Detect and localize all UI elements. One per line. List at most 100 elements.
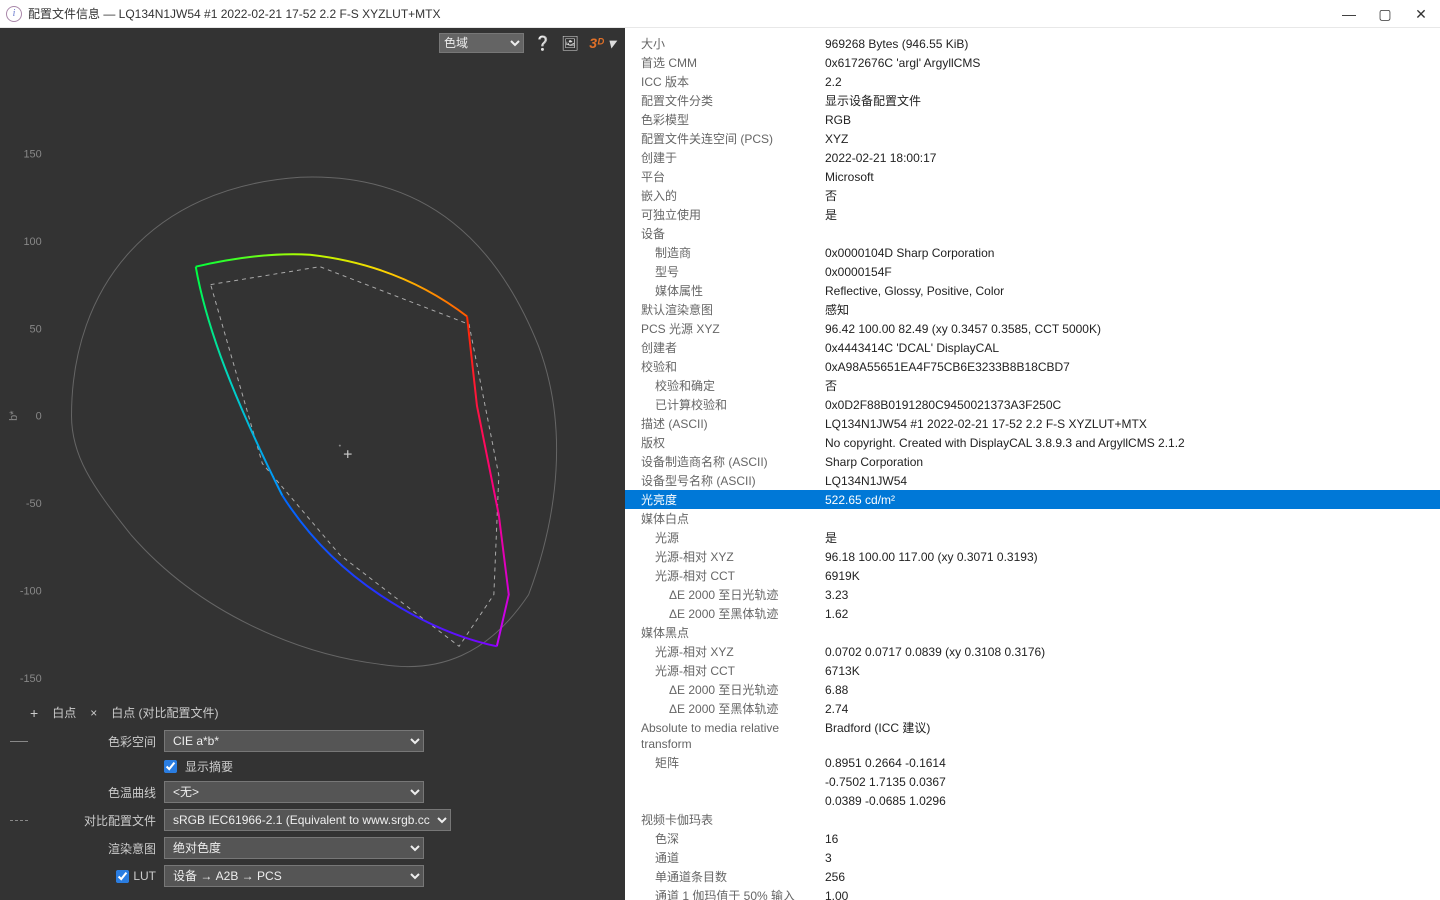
property-row[interactable]: 视频卡伽玛表: [625, 810, 1440, 829]
property-row[interactable]: 色彩模型RGB: [625, 110, 1440, 129]
property-row[interactable]: 创建者0x4443414C 'DCAL' DisplayCAL: [625, 338, 1440, 357]
intent-label: 渲染意图: [36, 840, 156, 857]
colorspace-label: 色彩空间: [36, 733, 156, 750]
property-list[interactable]: 大小969268 Bytes (946.55 KiB)首选 CMM0x61726…: [625, 28, 1440, 900]
property-value: 0x0000104D Sharp Corporation: [825, 245, 1430, 261]
close-icon[interactable]: ✕: [1414, 7, 1428, 21]
property-row[interactable]: -0.7502 1.7135 0.0367: [625, 772, 1440, 791]
svg-text:100: 100: [520, 693, 538, 694]
property-row[interactable]: 光源是: [625, 528, 1440, 547]
property-value: Sharp Corporation: [825, 454, 1430, 470]
property-row[interactable]: 嵌入的否: [625, 186, 1440, 205]
property-row[interactable]: 平台Microsoft: [625, 167, 1440, 186]
property-row[interactable]: 媒体白点: [625, 509, 1440, 528]
property-row[interactable]: 光源-相对 CCT6713K: [625, 661, 1440, 680]
property-row[interactable]: 色深16: [625, 829, 1440, 848]
help-icon[interactable]: ❔: [534, 35, 551, 52]
property-value: 6713K: [825, 663, 1430, 679]
property-value: 96.42 100.00 82.49 (xy 0.3457 0.3585, CC…: [825, 321, 1430, 337]
property-key: 配置文件分类: [625, 93, 825, 109]
property-row[interactable]: 默认渲染意图感知: [625, 300, 1440, 319]
property-row[interactable]: 设备制造商名称 (ASCII)Sharp Corporation: [625, 452, 1440, 471]
property-row[interactable]: ΔE 2000 至日光轨迹6.88: [625, 680, 1440, 699]
property-row[interactable]: 光亮度522.65 cd/m²: [625, 490, 1440, 509]
svg-text:-100: -100: [168, 693, 190, 694]
property-row[interactable]: 光源-相对 XYZ0.0702 0.0717 0.0839 (xy 0.3108…: [625, 642, 1440, 661]
property-value: 522.65 cd/m²: [825, 492, 1430, 508]
property-row[interactable]: ΔE 2000 至日光轨迹3.23: [625, 585, 1440, 604]
property-row[interactable]: 设备型号名称 (ASCII)LQ134N1JW54: [625, 471, 1440, 490]
property-row[interactable]: 单通道条目数256: [625, 867, 1440, 886]
property-key: 通道: [625, 850, 825, 866]
property-value: 否: [825, 378, 1430, 394]
property-row[interactable]: 0.0389 -0.0685 1.0296: [625, 791, 1440, 810]
dashed-line-icon: [10, 820, 28, 821]
compare-whitepoint-dot: [339, 445, 341, 447]
svg-text:b*: b*: [8, 410, 20, 421]
property-value: Bradford (ICC 建议): [825, 720, 1430, 736]
solid-line-icon: [10, 741, 28, 742]
property-row[interactable]: 媒体黑点: [625, 623, 1440, 642]
curve-select[interactable]: <无>: [164, 781, 424, 803]
svg-text:-100: -100: [20, 586, 42, 598]
window-title: 配置文件信息 — LQ134N1JW54 #1 2022-02-21 17-52…: [28, 5, 1342, 22]
property-row[interactable]: 校验和确定否: [625, 376, 1440, 395]
property-row[interactable]: 校验和0xA98A55651EA4F75CB6E3233B8B18CBD7: [625, 357, 1440, 376]
compare-label: 对比配置文件: [36, 812, 156, 829]
property-row[interactable]: 已计算校验和0x0D2F88B0191280C9450021373A3F250C: [625, 395, 1440, 414]
property-value: 0x0D2F88B0191280C9450021373A3F250C: [825, 397, 1430, 413]
property-key: 光源-相对 CCT: [625, 663, 825, 679]
compare-select[interactable]: sRGB IEC61966-2.1 (Equivalent to www.srg…: [164, 809, 451, 831]
property-key: ΔE 2000 至日光轨迹: [625, 682, 825, 698]
3d-icon[interactable]: 3ᴰ ▾: [589, 35, 615, 52]
property-key: 光源: [625, 530, 825, 546]
property-key: 校验和确定: [625, 378, 825, 394]
property-value: RGB: [825, 112, 1430, 128]
summary-checkbox[interactable]: [164, 760, 177, 773]
property-row[interactable]: 矩阵0.8951 0.2664 -0.1614: [625, 753, 1440, 772]
gamut-select[interactable]: 色域: [439, 33, 524, 53]
property-row[interactable]: ΔE 2000 至黑体轨迹2.74: [625, 699, 1440, 718]
lut-checkbox[interactable]: [116, 870, 129, 883]
property-key: 设备: [625, 226, 825, 242]
property-row[interactable]: 创建于2022-02-21 18:00:17: [625, 148, 1440, 167]
property-row[interactable]: 配置文件分类显示设备配置文件: [625, 91, 1440, 110]
property-key: 校验和: [625, 359, 825, 375]
property-row[interactable]: 设备: [625, 224, 1440, 243]
whitepoint-compare-label: 白点 (对比配置文件): [111, 704, 218, 721]
property-row[interactable]: ICC 版本2.2: [625, 72, 1440, 91]
property-key: 大小: [625, 36, 825, 52]
property-row[interactable]: 描述 (ASCII)LQ134N1JW54 #1 2022-02-21 17-5…: [625, 414, 1440, 433]
property-row[interactable]: 大小969268 Bytes (946.55 KiB): [625, 34, 1440, 53]
minimize-icon[interactable]: —: [1342, 7, 1356, 21]
property-key: 配置文件关连空间 (PCS): [625, 131, 825, 147]
property-row[interactable]: Absolute to media relative transformBrad…: [625, 718, 1440, 753]
property-row[interactable]: 光源-相对 XYZ96.18 100.00 117.00 (xy 0.3071 …: [625, 547, 1440, 566]
colorspace-select[interactable]: CIE a*b*: [164, 730, 424, 752]
property-key: 创建于: [625, 150, 825, 166]
maximize-icon[interactable]: ▢: [1378, 7, 1392, 21]
property-row[interactable]: 光源-相对 CCT6919K: [625, 566, 1440, 585]
property-row[interactable]: ΔE 2000 至黑体轨迹1.62: [625, 604, 1440, 623]
property-row[interactable]: 通道 1 伽玛值于 50% 输入1.00: [625, 886, 1440, 900]
property-row[interactable]: 版权No copyright. Created with DisplayCAL …: [625, 433, 1440, 452]
property-value: 0xA98A55651EA4F75CB6E3233B8B18CBD7: [825, 359, 1430, 375]
save-icon[interactable]: 🖼: [561, 35, 579, 52]
svg-text:50: 50: [30, 323, 42, 335]
property-row[interactable]: 配置文件关连空间 (PCS)XYZ: [625, 129, 1440, 148]
property-value: 6.88: [825, 682, 1430, 698]
lut-select[interactable]: 设备 → A2B → PCS: [164, 865, 424, 887]
property-row[interactable]: 型号0x0000154F: [625, 262, 1440, 281]
property-key: 媒体白点: [625, 511, 825, 527]
property-row[interactable]: 首选 CMM0x6172676C 'argl' ArgyllCMS: [625, 53, 1440, 72]
property-value: 0x4443414C 'DCAL' DisplayCAL: [825, 340, 1430, 356]
property-row[interactable]: 媒体属性Reflective, Glossy, Positive, Color: [625, 281, 1440, 300]
property-row[interactable]: 通道3: [625, 848, 1440, 867]
property-row[interactable]: 可独立使用是: [625, 205, 1440, 224]
property-row[interactable]: PCS 光源 XYZ96.42 100.00 82.49 (xy 0.3457 …: [625, 319, 1440, 338]
property-row[interactable]: 制造商0x0000104D Sharp Corporation: [625, 243, 1440, 262]
property-key: 默认渲染意图: [625, 302, 825, 318]
intent-select[interactable]: 绝对色度: [164, 837, 424, 859]
property-value: 0x6172676C 'argl' ArgyllCMS: [825, 55, 1430, 71]
property-value: 显示设备配置文件: [825, 93, 1430, 109]
